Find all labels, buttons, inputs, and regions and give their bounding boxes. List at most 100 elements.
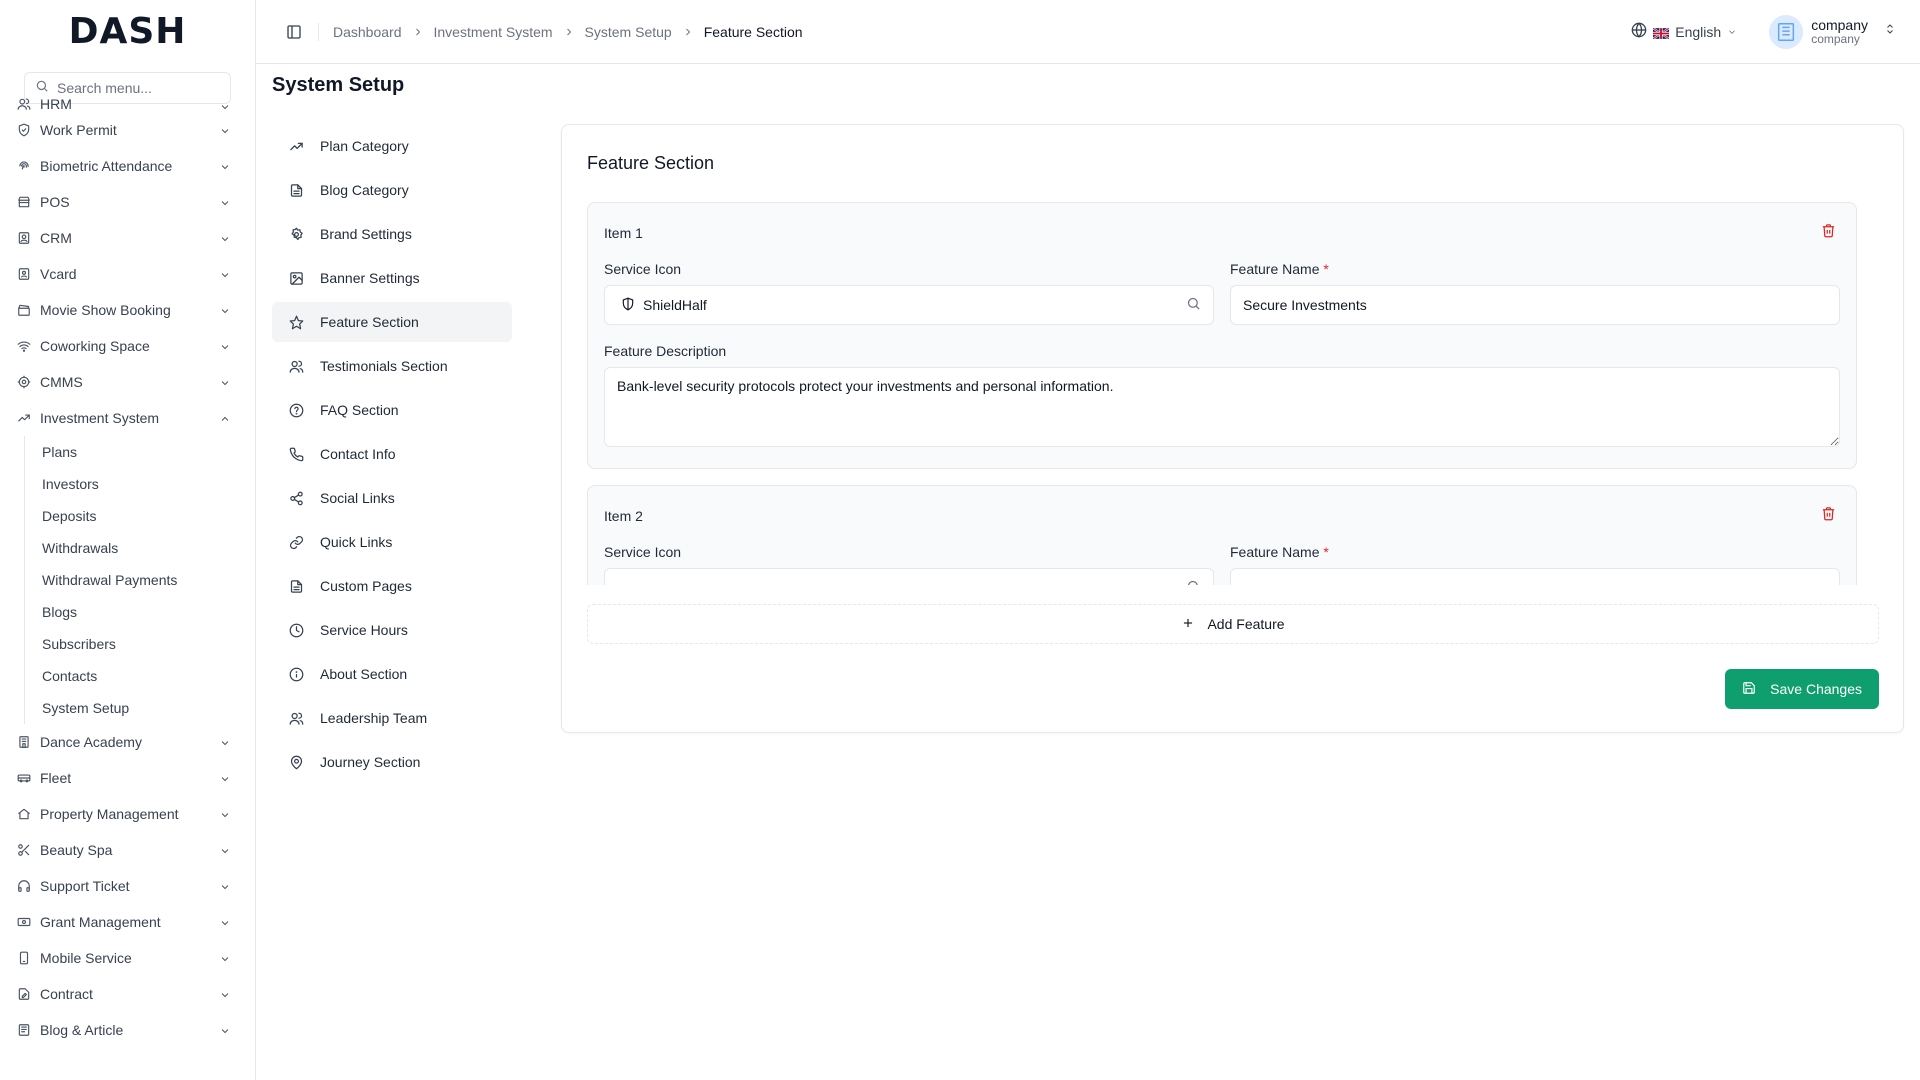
- breadcrumb-current: Feature Section: [703, 23, 803, 40]
- fingerprint-icon: [16, 158, 32, 174]
- delete-item-button[interactable]: [1816, 221, 1840, 245]
- settings-nav-leadership-team[interactable]: Leadership Team: [272, 698, 512, 738]
- submenu-item-investors[interactable]: Investors: [42, 468, 255, 500]
- breadcrumb-dashboard[interactable]: Dashboard: [333, 24, 402, 40]
- sidebar-item-label: Work Permit: [40, 122, 117, 138]
- sidebar-item-cmms[interactable]: CMMS: [0, 364, 255, 400]
- panel-left-icon: [287, 24, 301, 39]
- newspaper-icon: [16, 1022, 32, 1038]
- sidebar-item-mobile-service[interactable]: Mobile Service: [0, 940, 255, 976]
- feature-name-label-text: Feature Name: [1230, 261, 1320, 277]
- sidebar-item-coworking-space[interactable]: Coworking Space: [0, 328, 255, 364]
- chevron-down-icon: [219, 124, 231, 136]
- sidebar-menu: HRM Work Permit Biometric Attendance POS CRM…: [0, 98, 255, 1080]
- user-menu[interactable]: company company: [1769, 14, 1896, 49]
- settings-nav-faq-section[interactable]: FAQ Section: [272, 390, 512, 430]
- feature-name-input[interactable]: [1230, 568, 1840, 585]
- settings-nav-label: Quick Links: [320, 534, 393, 550]
- sidebar-item-label: Blog & Article: [40, 1022, 124, 1038]
- breadcrumb-system-setup[interactable]: System Setup: [585, 24, 672, 40]
- sidebar-item-blog-and-article[interactable]: Blog & Article: [0, 1012, 255, 1048]
- sidebar: DASH HRM Work Permit Biometric Attendance P…: [0, 0, 256, 1080]
- feature-description-textarea[interactable]: Bank-level security protocols protect yo…: [604, 367, 1840, 447]
- submenu-item-plans[interactable]: Plans: [42, 436, 255, 468]
- sidebar-item-contract[interactable]: Contract: [0, 976, 255, 1012]
- investment-submenu: Plans Investors Deposits Withdrawals Withdra…: [24, 436, 255, 724]
- feature-name-input[interactable]: [1230, 285, 1840, 325]
- settings-nav-banner-settings[interactable]: Banner Settings: [272, 258, 512, 298]
- search-icon: [35, 79, 49, 98]
- chevron-down-icon: [219, 340, 231, 352]
- star-icon: [288, 314, 304, 330]
- settings-nav-contact-info[interactable]: Contact Info: [272, 434, 512, 474]
- settings-nav-feature-section[interactable]: Feature Section: [272, 302, 512, 342]
- sidebar-item-hrm[interactable]: HRM: [0, 98, 255, 112]
- settings-nav-brand-settings[interactable]: Brand Settings: [272, 214, 512, 254]
- settings-nav-custom-pages[interactable]: Custom Pages: [272, 566, 512, 606]
- sidebar-item-movie-show-booking[interactable]: Movie Show Booking: [0, 292, 255, 328]
- card-title: Feature Section: [587, 153, 715, 173]
- feature-item-title: Item 1: [604, 225, 643, 241]
- globe-icon: [1631, 22, 1647, 41]
- submenu-item-subscribers[interactable]: Subscribers: [42, 628, 255, 660]
- submenu-item-contacts[interactable]: Contacts: [42, 660, 255, 692]
- settings-nav-plan-category[interactable]: Plan Category: [272, 126, 512, 166]
- sidebar-item-biometric-attendance[interactable]: Biometric Attendance: [0, 148, 255, 184]
- chevron-down-icon: [219, 736, 231, 748]
- sidebar-item-label: HRM: [40, 98, 72, 112]
- search-icon: [1186, 296, 1201, 314]
- sidebar-toggle-button[interactable]: [280, 18, 308, 46]
- sidebar-item-pos[interactable]: POS: [0, 184, 255, 220]
- trending-up-icon: [288, 138, 304, 154]
- breadcrumb-investment-system[interactable]: Investment System: [434, 24, 553, 40]
- sidebar-item-beauty-spa[interactable]: Beauty Spa: [0, 832, 255, 868]
- settings-nav-journey-section[interactable]: Journey Section: [272, 742, 512, 782]
- truck-icon: [16, 770, 32, 786]
- language-selector[interactable]: English: [1631, 22, 1737, 41]
- settings-nav-social-links[interactable]: Social Links: [272, 478, 512, 518]
- scissors-icon: [16, 842, 32, 858]
- headphones-icon: [16, 878, 32, 894]
- settings-nav-label: Contact Info: [320, 446, 396, 462]
- chevron-up-icon: [219, 412, 231, 424]
- chevron-down-icon: [219, 772, 231, 784]
- sidebar-item-crm[interactable]: CRM: [0, 220, 255, 256]
- submenu-item-deposits[interactable]: Deposits: [42, 500, 255, 532]
- submenu-item-blogs[interactable]: Blogs: [42, 596, 255, 628]
- settings-nav-label: Testimonials Section: [320, 358, 448, 374]
- sidebar-item-dance-academy[interactable]: Dance Academy: [0, 724, 255, 760]
- settings-nav-testimonials-section[interactable]: Testimonials Section: [272, 346, 512, 386]
- image-icon: [288, 270, 304, 286]
- sidebar-item-work-permit[interactable]: Work Permit: [0, 112, 255, 148]
- service-icon-label: Service Icon: [604, 261, 682, 277]
- phone-icon: [288, 446, 304, 462]
- sidebar-item-support-ticket[interactable]: Support Ticket: [0, 868, 255, 904]
- service-icon-picker[interactable]: ShieldHalf: [604, 285, 1214, 325]
- settings-nav-service-hours[interactable]: Service Hours: [272, 610, 512, 650]
- users-icon: [288, 710, 304, 726]
- sidebar-item-fleet[interactable]: Fleet: [0, 760, 255, 796]
- sidebar-item-vcard[interactable]: Vcard: [0, 256, 255, 292]
- id-card-icon: [16, 266, 32, 282]
- submenu-item-withdrawals[interactable]: Withdrawals: [42, 532, 255, 564]
- sidebar-item-grant-management[interactable]: Grant Management: [0, 904, 255, 940]
- chevron-right-icon: [563, 26, 575, 38]
- search-menu-input[interactable]: [57, 80, 220, 96]
- sidebar-item-property-management[interactable]: Property Management: [0, 796, 255, 832]
- submenu-item-withdrawal-payments[interactable]: Withdrawal Payments: [42, 564, 255, 596]
- chevron-down-icon: [219, 232, 231, 244]
- sidebar-item-investment-system[interactable]: Investment System: [0, 400, 255, 436]
- service-icon-picker[interactable]: [604, 568, 1214, 585]
- settings-nav-about-section[interactable]: About Section: [272, 654, 512, 694]
- save-changes-button[interactable]: Save Changes: [1725, 669, 1879, 709]
- contact-icon: [16, 230, 32, 246]
- settings-nav-blog-category[interactable]: Blog Category: [272, 170, 512, 210]
- logo[interactable]: DASH: [0, 0, 255, 62]
- submenu-item-system-setup[interactable]: System Setup: [42, 692, 255, 724]
- feature-items-list[interactable]: Item 1 Service Icon ShieldHalf Feature Name…: [587, 202, 1857, 585]
- delete-item-button[interactable]: [1816, 504, 1840, 528]
- sidebar-item-label: POS: [40, 194, 70, 210]
- shield-check-icon: [16, 122, 32, 138]
- settings-nav-quick-links[interactable]: Quick Links: [272, 522, 512, 562]
- add-feature-button[interactable]: Add Feature: [587, 604, 1879, 644]
